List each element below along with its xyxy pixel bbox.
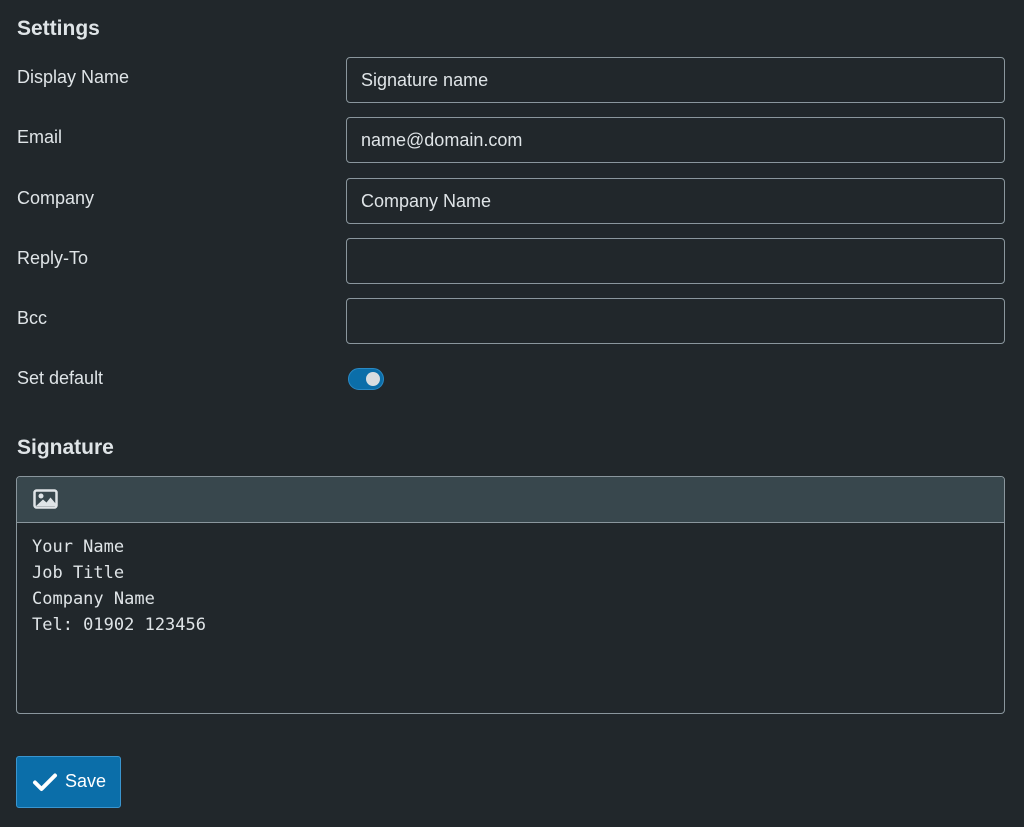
editor-toolbar [17, 477, 1004, 523]
bcc-label: Bcc [17, 308, 48, 328]
save-button-label: Save [65, 771, 107, 791]
set-default-row: Set default [17, 358, 1005, 404]
signature-textarea[interactable]: Your Name Job Title Company Name Tel: 01… [17, 523, 1004, 649]
toggle-knob [366, 372, 380, 386]
set-default-label: Set default [17, 368, 104, 388]
set-default-toggle[interactable] [348, 368, 384, 390]
image-icon[interactable] [33, 488, 59, 510]
settings-heading: Settings [17, 17, 100, 40]
company-row: Company [17, 178, 1005, 224]
reply-to-label: Reply-To [17, 248, 89, 268]
email-label: Email [17, 127, 63, 147]
bcc-input[interactable] [346, 298, 1005, 344]
display-name-row: Display Name [17, 57, 1005, 103]
save-button[interactable]: Save [16, 756, 121, 808]
checkmark-icon [32, 771, 58, 793]
display-name-input[interactable] [346, 57, 1005, 103]
reply-to-row: Reply-To [17, 238, 1005, 284]
signature-settings-page: Settings Display Name Email Company Repl… [0, 0, 1024, 827]
bcc-row: Bcc [17, 298, 1005, 344]
email-input[interactable] [346, 117, 1005, 163]
display-name-label: Display Name [17, 67, 130, 87]
company-label: Company [17, 188, 95, 208]
company-input[interactable] [346, 178, 1005, 224]
signature-editor: Your Name Job Title Company Name Tel: 01… [16, 476, 1005, 714]
reply-to-input[interactable] [346, 238, 1005, 284]
signature-heading: Signature [17, 436, 114, 459]
email-row: Email [17, 117, 1005, 163]
